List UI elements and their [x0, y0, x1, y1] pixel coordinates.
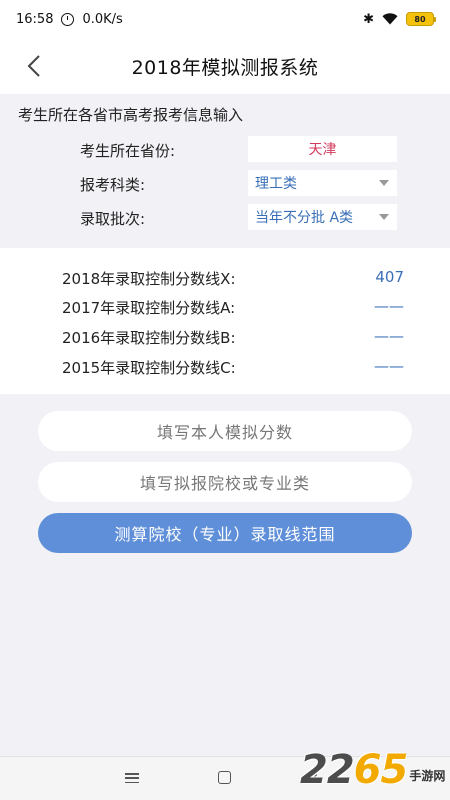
province-label: 考生所在省份:: [80, 142, 176, 160]
province-row: 考生所在省份: 天津: [0, 136, 450, 162]
watermark-site: 手游网: [409, 768, 446, 783]
battery-level: 80: [414, 14, 426, 24]
section-heading: 考生所在各省市高考报考信息输入: [18, 106, 244, 124]
batch-label: 录取批次:: [80, 210, 146, 228]
score-value: ——: [374, 327, 404, 345]
score-label: 2016年录取控制分数线B:: [62, 329, 236, 347]
batch-select[interactable]: 当年不分批 A类: [248, 204, 397, 230]
alarm-icon: [61, 12, 75, 26]
page-title: 2018年模拟测报系统: [131, 56, 319, 79]
battery-icon: 80: [406, 12, 436, 26]
watermark-number: 2265: [300, 747, 408, 793]
subject-row: 报考科类: 理工类: [0, 170, 450, 196]
caret-down-icon: [379, 214, 389, 220]
subject-select[interactable]: 理工类: [248, 170, 397, 196]
calculate-button[interactable]: 测算院校（专业）录取线范围: [38, 513, 412, 553]
menu-icon[interactable]: [125, 773, 139, 784]
score-lines-section: 2018年录取控制分数线X: 407 2017年录取控制分数线A: —— 201…: [0, 248, 450, 394]
batch-row: 录取批次: 当年不分批 A类: [0, 204, 450, 230]
status-bar: 16:58 0.0K/s ✱ 80: [0, 0, 450, 38]
bluetooth-icon: ✱: [363, 11, 374, 27]
caret-down-icon: [379, 180, 389, 186]
back-button[interactable]: [20, 52, 48, 80]
chevron-left-icon: [27, 55, 40, 77]
score-label: 2017年录取控制分数线A:: [62, 299, 236, 317]
score-row-2015: 2015年录取控制分数线C: ——: [0, 355, 450, 379]
fill-score-button[interactable]: 填写本人模拟分数: [38, 411, 412, 451]
home-icon[interactable]: [218, 771, 231, 784]
subject-label: 报考科类:: [80, 176, 146, 194]
score-row-2018: 2018年录取控制分数线X: 407: [0, 266, 450, 290]
status-time: 16:58: [16, 11, 54, 27]
score-row-2017: 2017年录取控制分数线A: ——: [0, 295, 450, 319]
score-label: 2015年录取控制分数线C:: [62, 359, 236, 377]
score-label: 2018年录取控制分数线X:: [62, 270, 236, 288]
batch-select-value: 当年不分批 A类: [255, 210, 354, 226]
fill-school-button[interactable]: 填写拟报院校或专业类: [38, 462, 412, 502]
input-section: 考生所在各省市高考报考信息输入 考生所在省份: 天津 报考科类: 理工类 录取批…: [0, 94, 450, 248]
title-bar: 2018年模拟测报系统: [0, 38, 450, 94]
subject-select-value: 理工类: [255, 176, 297, 192]
wifi-icon: [382, 13, 398, 25]
score-value: 407: [375, 268, 404, 286]
score-value: ——: [374, 297, 404, 315]
watermark-logo: 2265 手游网: [300, 744, 445, 796]
network-speed: 0.0K/s: [82, 11, 123, 27]
province-field[interactable]: 天津: [248, 136, 397, 162]
score-row-2016: 2016年录取控制分数线B: ——: [0, 325, 450, 349]
score-value: ——: [374, 357, 404, 375]
